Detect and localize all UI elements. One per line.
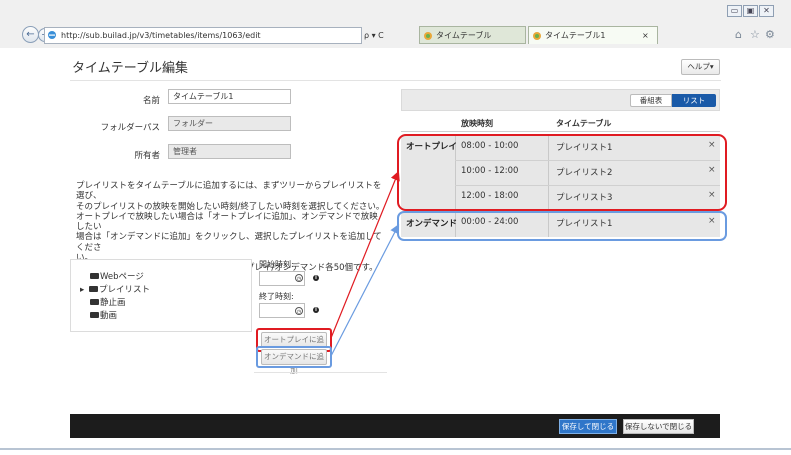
gear-icon[interactable]: ⚙ [765,28,775,41]
folder-path-field: フォルダー [168,116,291,131]
maximize-button[interactable]: ▣ [743,5,758,17]
tab-label: タイムテーブル [436,31,492,40]
tree-item-label: プレイリスト [99,285,151,295]
tab-timetable1[interactable]: タイムテーブル1 × [528,26,658,44]
clock-icon[interactable]: ◷ [295,274,303,282]
divider [70,80,721,81]
instruction-line: そのプレイリストの放映を開始したい時刻/終了したい時刻を選択してください。 [76,201,385,212]
tab-list-view[interactable]: リスト [672,94,716,107]
tab-favicon-icon [533,32,541,40]
instruction-line: オートプレイで放映したい場合は「オートプレイに追加」、オンデマンドで放映したい [76,211,378,233]
divider [254,372,387,373]
close-without-saving-button[interactable]: 保存しないで閉じる [623,419,694,434]
page-title: タイムテーブル編集 [72,61,188,76]
window-border [0,448,791,450]
back-button[interactable]: ← [22,26,39,43]
owner-field: 管理者 [168,144,291,159]
address-bar[interactable]: http://sub.builad.jp/v3/timetables/items… [44,27,362,44]
start-time-label: 開始時刻: [259,260,294,269]
tree-item-label: 静止画 [100,298,126,308]
column-header-time: 放映時刻 [461,119,493,128]
tab-label: タイムテーブル1 [545,31,606,40]
tab-timetable[interactable]: タイムテーブル [419,26,526,44]
address-controls[interactable]: ρ ▾ C [364,27,418,44]
folder-icon [90,312,99,318]
name-field[interactable]: タイムテーブル1 [168,89,291,104]
ondemand-highlight [397,211,727,241]
name-label: 名前 [142,96,160,106]
end-time-label: 終了時刻: [259,292,294,301]
tab-favicon-icon [424,32,432,40]
folder-icon [90,299,99,305]
minimize-button[interactable]: ▭ [727,5,742,17]
save-and-close-button[interactable]: 保存して閉じる [559,419,617,434]
autoplay-highlight [397,134,727,211]
close-window-button[interactable]: ✕ [759,5,774,17]
info-icon: i [313,275,319,281]
tab-close-icon[interactable]: × [642,27,649,44]
owner-label: 所有者 [134,151,160,161]
star-icon[interactable]: ☆ [750,28,760,41]
folder-path-label: フォルダーパス [100,123,160,133]
help-button[interactable]: ヘルプ▾ [681,59,720,75]
column-header-timetable: タイムテーブル [556,119,612,128]
instruction-line: 場合は「オンデマンドに追加」をクリックし、選択したプレイリストを追加してくださ [76,232,382,253]
expand-icon[interactable]: ▸ [80,285,89,295]
clock-icon[interactable]: ◷ [295,307,303,315]
tab-schedule-view[interactable]: 番組表 [630,94,672,107]
tree-item-web[interactable]: Webページ [90,270,144,282]
ie-icon [48,31,56,39]
folder-icon [89,286,98,292]
info-icon: i [313,307,319,313]
tree-item-still-image[interactable]: 静止画 [90,296,126,308]
home-icon[interactable]: ⌂ [735,28,742,41]
tree-item-playlist[interactable]: ▸ プレイリスト [80,283,150,295]
tree-item-video[interactable]: 動画 [90,309,117,321]
ondemand-button-highlight [256,346,332,368]
tree-item-label: 動画 [100,311,118,321]
folder-icon [90,273,99,279]
tree-item-label: Webページ [100,272,144,282]
instruction-line: プレイリストをタイムテーブルに追加するには、まずツリーからプレイリストを選び、 [76,181,382,202]
divider [401,131,720,132]
